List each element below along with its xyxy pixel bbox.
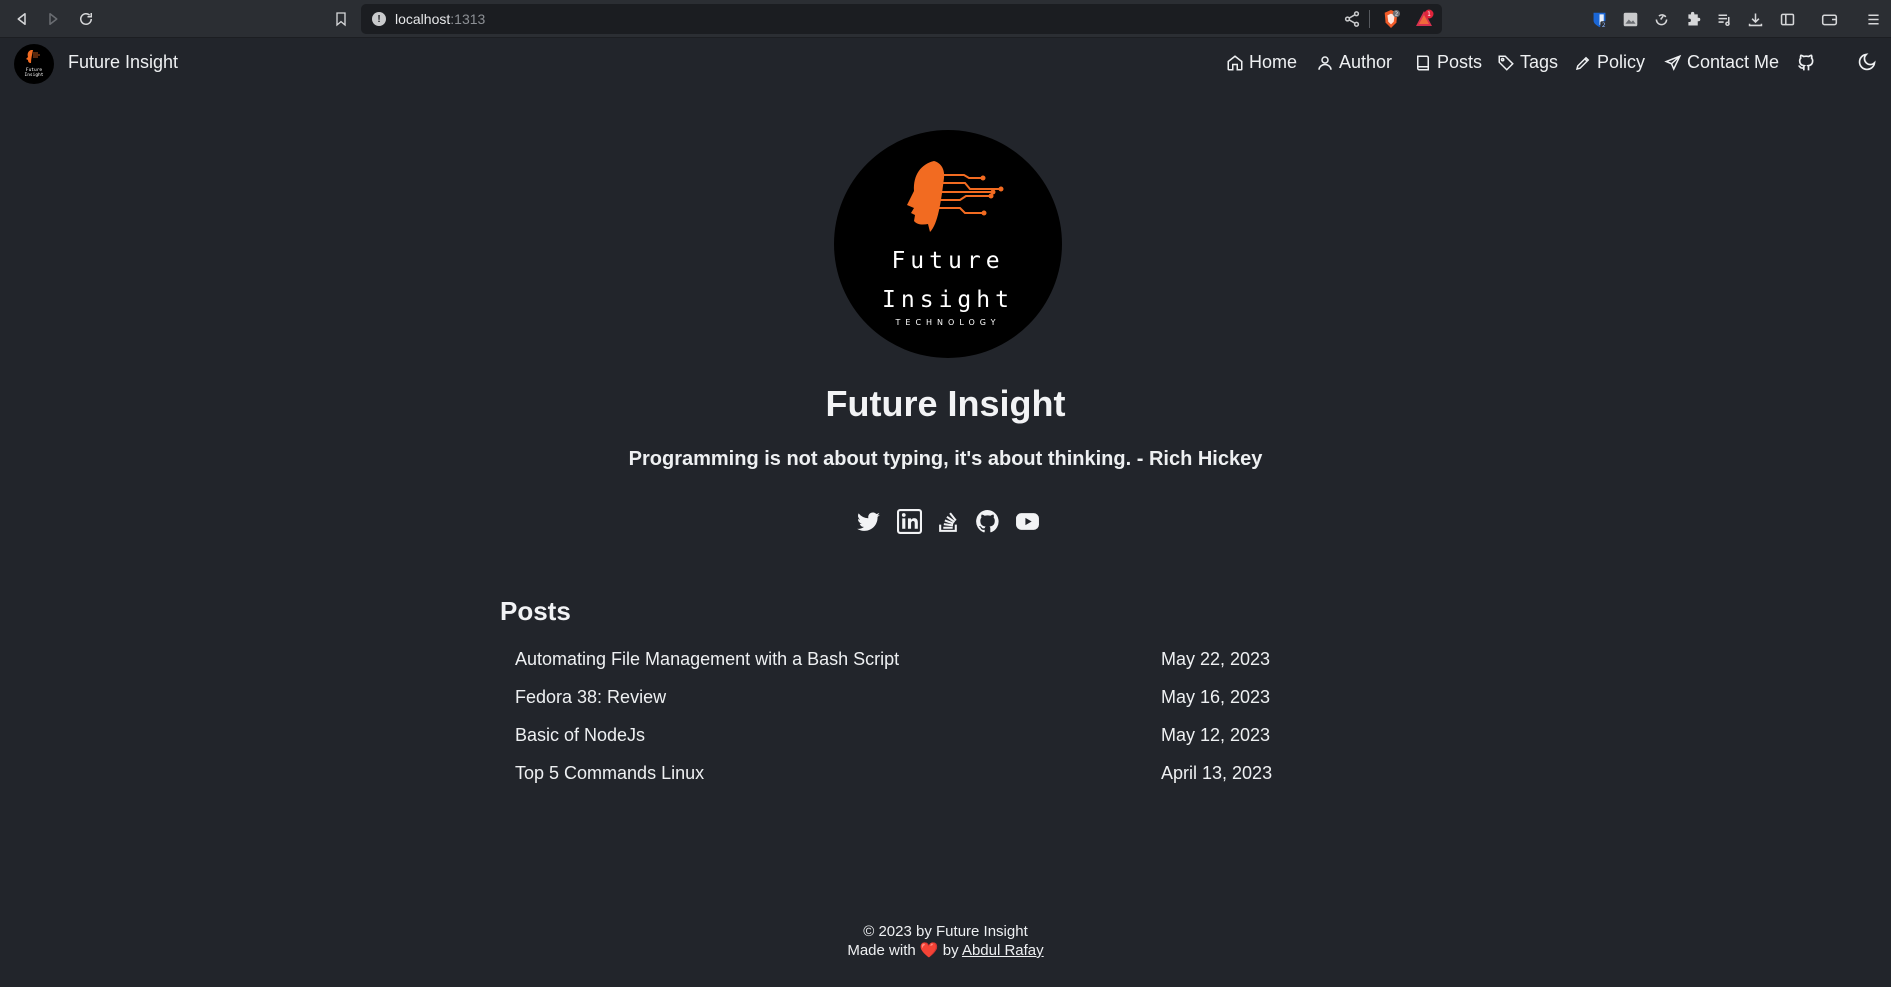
reload-button[interactable] [74, 7, 98, 31]
site-header: Future Insight Future Insight Home Autho… [0, 38, 1891, 90]
nav-posts-label: Posts [1437, 52, 1483, 72]
image-extension-icon[interactable] [1620, 9, 1640, 29]
nav-author-label: Author [1339, 52, 1393, 72]
user-icon [1318, 55, 1332, 70]
twitter-icon [856, 511, 880, 531]
post-title-link[interactable]: Basic of NodeJs [515, 725, 645, 746]
heart-icon: ❤️ [919, 942, 939, 959]
back-arrow-icon [17, 13, 26, 25]
bitwarden-extension-icon[interactable]: 2 [1589, 9, 1609, 29]
twitter-link[interactable] [855, 508, 881, 534]
svg-text:2: 2 [1601, 22, 1605, 28]
dark-reader-extension-icon[interactable] [1651, 9, 1671, 29]
nav-github[interactable] [1796, 52, 1816, 72]
post-row[interactable]: Fedora 38: Review May 16, 2023 [515, 683, 1275, 713]
share-icon[interactable] [1343, 10, 1361, 28]
address-divider [1369, 10, 1370, 28]
nav-posts[interactable]: Posts [1414, 52, 1482, 73]
bookmark-icon [336, 12, 346, 27]
site-logo[interactable]: Future Insight [14, 44, 54, 84]
github-social-link[interactable] [974, 508, 1000, 534]
extensions-puzzle-icon[interactable] [1683, 9, 1703, 29]
tag-icon [1498, 55, 1514, 71]
youtube-link[interactable] [1014, 508, 1040, 534]
svg-text:Insight: Insight [882, 287, 1014, 313]
hero-title: Future Insight [825, 383, 1066, 424]
github-icon [975, 509, 999, 532]
nav-tags[interactable]: Tags [1497, 52, 1558, 73]
svg-text:Future: Future [891, 248, 1004, 274]
svg-text:2: 2 [1395, 11, 1398, 17]
brave-rewards-icon[interactable]: 1 [1414, 9, 1434, 29]
forward-arrow-icon [49, 13, 58, 25]
nav-tags-label: Tags [1520, 52, 1559, 72]
nav-contact[interactable]: Contact Me [1664, 52, 1779, 73]
forward-button[interactable] [41, 7, 65, 31]
footer: © 2023 by Future Insight Made with ❤️ by… [0, 922, 1891, 960]
back-button[interactable] [10, 7, 34, 31]
post-title-link[interactable]: Automating File Management with a Bash S… [515, 649, 899, 670]
post-row[interactable]: Top 5 Commands Linux April 13, 2023 [515, 759, 1275, 789]
post-date: May 22, 2023 [1161, 649, 1271, 669]
post-title-link[interactable]: Fedora 38: Review [515, 687, 666, 708]
brave-shield-icon[interactable]: 2 [1382, 9, 1400, 29]
nav-author[interactable]: Author [1316, 52, 1392, 73]
nav-home-label: Home [1249, 52, 1298, 72]
svg-text:TECHNOLOGY: TECHNOLOGY [895, 318, 1001, 327]
hero-quote: Programming is not about typing, it's ab… [628, 448, 1263, 470]
home-icon [1227, 54, 1243, 70]
svg-text:Insight: Insight [25, 72, 44, 78]
github-icon [1798, 54, 1814, 71]
footer-copyright: © 2023 by Future Insight [863, 923, 1028, 940]
svg-text:1: 1 [1427, 11, 1431, 18]
media-playlist-icon[interactable] [1714, 9, 1734, 29]
book-icon [1417, 55, 1429, 70]
stackoverflow-link[interactable] [935, 508, 961, 534]
address-bar[interactable]: ! localhost:1313 2 1 [361, 4, 1442, 34]
site-title-link[interactable]: Future Insight [68, 52, 178, 73]
browser-toolbar: ! localhost:1313 2 1 2 [0, 0, 1891, 38]
site-info-icon[interactable]: ! [372, 12, 386, 26]
post-date: April 13, 2023 [1161, 763, 1273, 783]
menu-icon[interactable] [1863, 9, 1883, 29]
linkedin-icon [896, 508, 922, 534]
downloads-icon[interactable] [1745, 9, 1765, 29]
hero-logo: Future Insight TECHNOLOGY [834, 130, 1062, 358]
post-row[interactable]: Basic of NodeJs May 12, 2023 [515, 721, 1275, 751]
posts-heading: Posts [500, 596, 571, 626]
address-url[interactable]: localhost:1313 [395, 11, 485, 27]
wallet-icon[interactable] [1819, 9, 1839, 29]
send-icon [1664, 54, 1682, 71]
moon-icon [1858, 53, 1876, 71]
sidebar-toggle-icon[interactable] [1777, 9, 1797, 29]
stackoverflow-icon [938, 512, 957, 532]
theme-toggle[interactable] [1857, 52, 1877, 72]
nav-home[interactable]: Home [1226, 52, 1297, 73]
linkedin-link[interactable] [896, 508, 922, 534]
pen-icon [1575, 56, 1590, 70]
nav-policy-label: Policy [1597, 52, 1646, 72]
reload-icon [80, 13, 92, 25]
post-date: May 16, 2023 [1161, 687, 1271, 707]
post-date: May 12, 2023 [1161, 725, 1271, 745]
bookmark-button[interactable] [329, 7, 353, 31]
youtube-icon [1015, 512, 1039, 530]
nav-policy[interactable]: Policy [1574, 52, 1645, 73]
nav-contact-label: Contact Me [1687, 52, 1780, 72]
post-row[interactable]: Automating File Management with a Bash S… [515, 645, 1275, 675]
post-title-link[interactable]: Top 5 Commands Linux [515, 763, 704, 784]
footer-credit: Made with ❤️ by Abdul Rafay [847, 942, 1044, 959]
author-link[interactable]: Abdul Rafay [962, 942, 1044, 959]
